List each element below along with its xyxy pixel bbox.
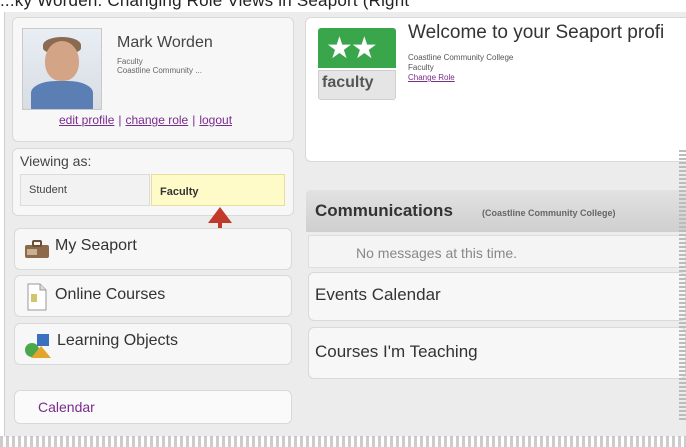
welcome-role: Faculty bbox=[408, 63, 434, 72]
screenshot-caption: ...ky Worden. Changing Role Views in Sea… bbox=[0, 0, 410, 10]
scrollbar[interactable] bbox=[679, 150, 686, 420]
link-separator: | bbox=[192, 113, 196, 127]
change-role-link-small[interactable]: Change Role bbox=[408, 73, 455, 82]
profile-name: Mark Worden bbox=[117, 34, 213, 51]
welcome-title: Welcome to your Seaport profi bbox=[408, 22, 665, 43]
document-icon bbox=[27, 283, 47, 311]
link-separator: | bbox=[118, 113, 122, 127]
shapes-icon bbox=[25, 334, 51, 358]
change-role-link[interactable]: change role bbox=[126, 113, 189, 127]
avatar bbox=[22, 28, 102, 110]
nav-learning-objects-label: Learning Objects bbox=[57, 332, 178, 349]
nav-my-seaport-label: My Seaport bbox=[55, 237, 137, 254]
briefcase-icon bbox=[25, 240, 49, 258]
faculty-badge-icon: ★★ faculty bbox=[318, 28, 396, 100]
nav-calendar-label: Calendar bbox=[38, 399, 95, 415]
logout-link[interactable]: logout bbox=[199, 113, 232, 127]
role-option-faculty[interactable]: Faculty bbox=[151, 174, 285, 206]
nav-learning-objects[interactable]: Learning Objects bbox=[14, 323, 292, 365]
torn-edge bbox=[0, 436, 686, 447]
welcome-org: Coastline Community College bbox=[408, 53, 514, 62]
events-calendar-panel[interactable]: Events Calendar bbox=[308, 272, 686, 321]
edit-profile-link[interactable]: edit profile bbox=[59, 113, 114, 127]
courses-teaching-panel[interactable]: Courses I'm Teaching bbox=[308, 327, 686, 379]
role-option-student[interactable]: Student bbox=[20, 174, 150, 206]
nav-my-seaport[interactable]: My Seaport bbox=[14, 228, 292, 270]
communications-subtitle: (Coastline Community College) bbox=[482, 208, 616, 218]
profile-links: edit profile | change role | logout bbox=[59, 113, 232, 127]
courses-teaching-title: Courses I'm Teaching bbox=[315, 342, 478, 361]
communications-title: Communications bbox=[315, 201, 453, 220]
communications-empty-message: No messages at this time. bbox=[356, 245, 518, 261]
profile-org: Coastline Community ... bbox=[117, 66, 202, 75]
badge-label: faculty bbox=[322, 74, 374, 91]
profile-role: Faculty bbox=[117, 57, 143, 66]
nav-online-courses-label: Online Courses bbox=[55, 286, 166, 303]
nav-online-courses[interactable]: Online Courses bbox=[14, 275, 292, 317]
viewing-as-label: Viewing as: bbox=[20, 153, 92, 169]
events-calendar-title: Events Calendar bbox=[315, 285, 441, 304]
